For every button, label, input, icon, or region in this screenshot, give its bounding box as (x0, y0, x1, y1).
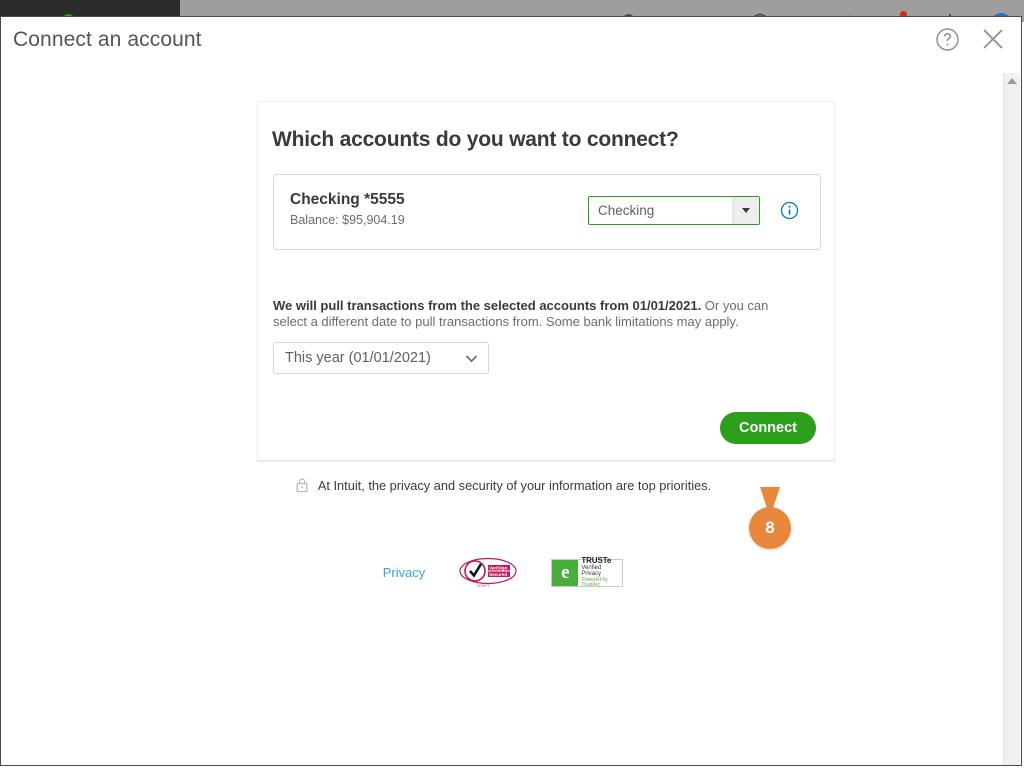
close-icon[interactable] (979, 25, 1007, 53)
privacy-link[interactable]: Privacy (383, 565, 426, 580)
chevron-down-icon[interactable] (454, 350, 488, 367)
connect-button[interactable]: Connect (720, 412, 816, 444)
account-row: Checking *5555 Balance: $95,904.19 Check… (273, 174, 821, 250)
truste-line-1: TRUSTe (581, 555, 612, 565)
step-callout-marker: 8 (749, 487, 791, 549)
help-circle-icon[interactable] (933, 25, 961, 53)
account-name: Checking *5555 (290, 191, 405, 208)
truste-logo-letter: e (561, 562, 570, 583)
modal-header: Connect an account (1, 17, 1021, 63)
account-type-value: Checking (598, 203, 655, 218)
account-type-select[interactable]: Checking (588, 196, 760, 225)
svg-text:Secured: Secured (489, 572, 507, 577)
modal-header-actions (933, 25, 1007, 53)
svg-text:VeriSign: VeriSign (489, 566, 508, 571)
truste-logo-icon: e (552, 559, 579, 586)
modal-content: Which accounts do you want to connect? C… (1, 63, 1005, 763)
truste-line-2: Verified Privacy (581, 565, 602, 578)
chevron-down-icon[interactable] (732, 197, 759, 224)
truste-line-3: Powered by TrustArc (581, 576, 608, 588)
scroll-up-arrow-icon[interactable] (1007, 78, 1017, 84)
connect-account-card: Which accounts do you want to connect? C… (257, 101, 835, 461)
date-range-note: We will pull transactions from the selec… (273, 298, 801, 329)
verisign-secured-badge[interactable]: VeriSign Secured VERIFY (459, 556, 517, 589)
account-balance: Balance: $95,904.19 (290, 213, 405, 227)
truste-verified-privacy-badge[interactable]: e TRUSTe Verified Privacy Powered by Tru… (551, 555, 624, 588)
card-heading: Which accounts do you want to connect? (272, 128, 679, 151)
date-range-select[interactable]: This year (01/01/2021) (273, 342, 489, 374)
vertical-scrollbar[interactable] (1003, 73, 1020, 765)
svg-text:VERIFY: VERIFY (477, 584, 491, 588)
page-title: Connect an account (13, 28, 202, 51)
truste-badge-text: TRUSTe Verified Privacy Powered by Trust… (578, 555, 622, 588)
security-note: At Intuit, the privacy and security of y… (1, 477, 1005, 493)
connect-account-modal: Connect an account Which accounts do you… (0, 16, 1022, 766)
date-range-value: This year (01/01/2021) (285, 350, 431, 366)
lock-icon (295, 477, 309, 493)
date-range-note-bold: We will pull transactions from the selec… (273, 298, 702, 313)
security-note-text: At Intuit, the privacy and security of y… (317, 477, 712, 493)
footer-badges: Privacy VeriSign Secured VERIFY e TRUSTe… (1, 556, 1005, 589)
accounts-list: Checking *5555 Balance: $95,904.19 Check… (273, 174, 821, 250)
info-circle-icon[interactable] (780, 201, 799, 220)
callout-step-number: 8 (749, 507, 791, 549)
